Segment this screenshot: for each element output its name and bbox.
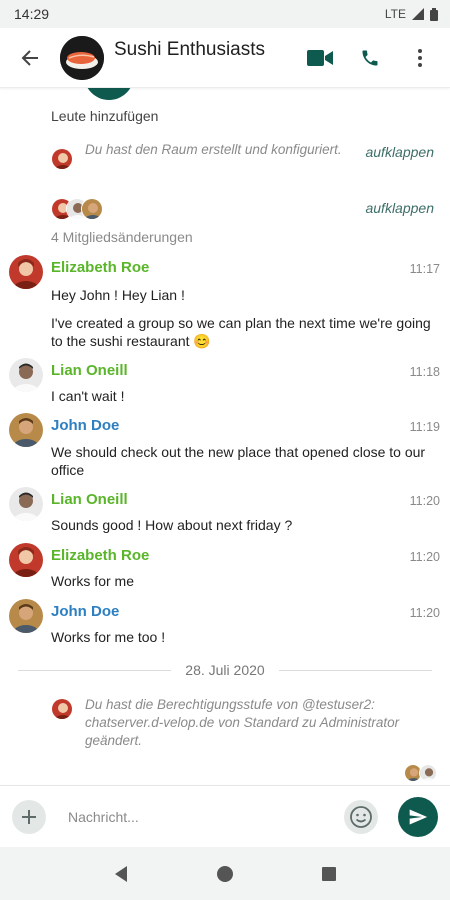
avatar[interactable] [9, 358, 43, 392]
battery-icon [430, 7, 438, 21]
sender-name[interactable]: Elizabeth Roe [51, 547, 149, 564]
avatar[interactable] [9, 413, 43, 447]
phone-icon [362, 50, 378, 65]
avatar[interactable] [9, 255, 43, 289]
avatar [51, 148, 73, 170]
message-composer [0, 785, 450, 847]
member-changes-summary: 4 Mitgliedsänderungen [51, 229, 193, 245]
message-body: Works for me [51, 573, 134, 589]
message-body: I've created a group so we can plan the … [51, 315, 431, 349]
room-avatar-large-partial [84, 88, 134, 100]
sender-name[interactable]: Lian Oneill [51, 362, 128, 379]
back-button[interactable] [8, 36, 52, 80]
divider [278, 669, 432, 671]
arrow-back-icon [21, 49, 38, 66]
room-avatar[interactable] [60, 35, 104, 80]
voice-call-button[interactable] [348, 36, 392, 80]
status-bar: 14:29 LTE [0, 0, 450, 28]
avatar[interactable] [9, 599, 43, 633]
sushi-icon [60, 35, 104, 80]
sender-name[interactable]: John Doe [51, 417, 119, 434]
video-camera-icon [307, 49, 333, 66]
nav-home-icon[interactable] [216, 865, 234, 883]
attach-button[interactable] [12, 799, 46, 834]
send-button[interactable] [398, 796, 438, 837]
date-separator: 28. Juli 2020 [18, 662, 432, 678]
header-actions [298, 36, 442, 80]
sender-name[interactable]: Elizabeth Roe [51, 259, 149, 276]
message-time: 11:20 [409, 550, 440, 564]
message-time: 11:17 [409, 262, 440, 276]
message-input[interactable] [68, 798, 344, 835]
signal-icon [412, 8, 424, 20]
message-body: I can't wait ! [51, 388, 125, 404]
avatar [81, 198, 103, 220]
sender-name[interactable]: Lian Oneill [51, 491, 128, 508]
expand-link[interactable]: aufklappen [365, 200, 434, 216]
permission-change-note: Du hast die Berechtigungsstufe von @test… [85, 697, 400, 748]
message-timeline[interactable]: Leute hinzufügen Du hast den Raum erstel… [0, 88, 450, 785]
expand-link[interactable]: aufklappen [365, 144, 434, 160]
date-label: 28. Juli 2020 [185, 662, 265, 678]
emoji-button[interactable] [344, 799, 378, 834]
message-time: 11:19 [409, 420, 440, 434]
message-body: Works for me too ! [51, 629, 166, 645]
status-time: 14:29 [14, 6, 50, 22]
room-title[interactable]: Sushi Enthusiasts [114, 39, 298, 61]
message-body: We should check out the new place that o… [51, 444, 426, 478]
message-body: Hey John ! Hey Lian ! [51, 287, 185, 303]
more-vert-icon [418, 48, 422, 67]
send-icon [409, 809, 428, 824]
overflow-menu-button[interactable] [398, 36, 442, 80]
avatar[interactable] [9, 487, 43, 521]
room-created-note: Du hast den Raum erstellt und konfigurie… [85, 142, 342, 157]
network-type: LTE [384, 7, 406, 21]
add-people-link[interactable]: Leute hinzufügen [51, 108, 158, 124]
avatar[interactable] [9, 543, 43, 577]
message-time: 11:20 [409, 494, 440, 508]
read-receipt-avatar[interactable] [419, 764, 437, 782]
smiley-icon [350, 805, 372, 828]
message-body: Sounds good ! How about next friday ? [51, 517, 293, 533]
status-indicators: LTE [385, 7, 438, 21]
divider [18, 669, 172, 671]
video-call-button[interactable] [298, 36, 342, 80]
nav-back-icon[interactable] [113, 865, 129, 883]
system-nav-bar [0, 847, 450, 900]
message-time: 11:20 [409, 606, 440, 620]
avatar [51, 698, 73, 720]
message-time: 11:18 [409, 365, 440, 379]
app-bar: Sushi Enthusiasts [0, 28, 450, 88]
nav-recents-icon[interactable] [321, 866, 337, 882]
sender-name[interactable]: John Doe [51, 603, 119, 620]
plus-icon [22, 809, 36, 824]
